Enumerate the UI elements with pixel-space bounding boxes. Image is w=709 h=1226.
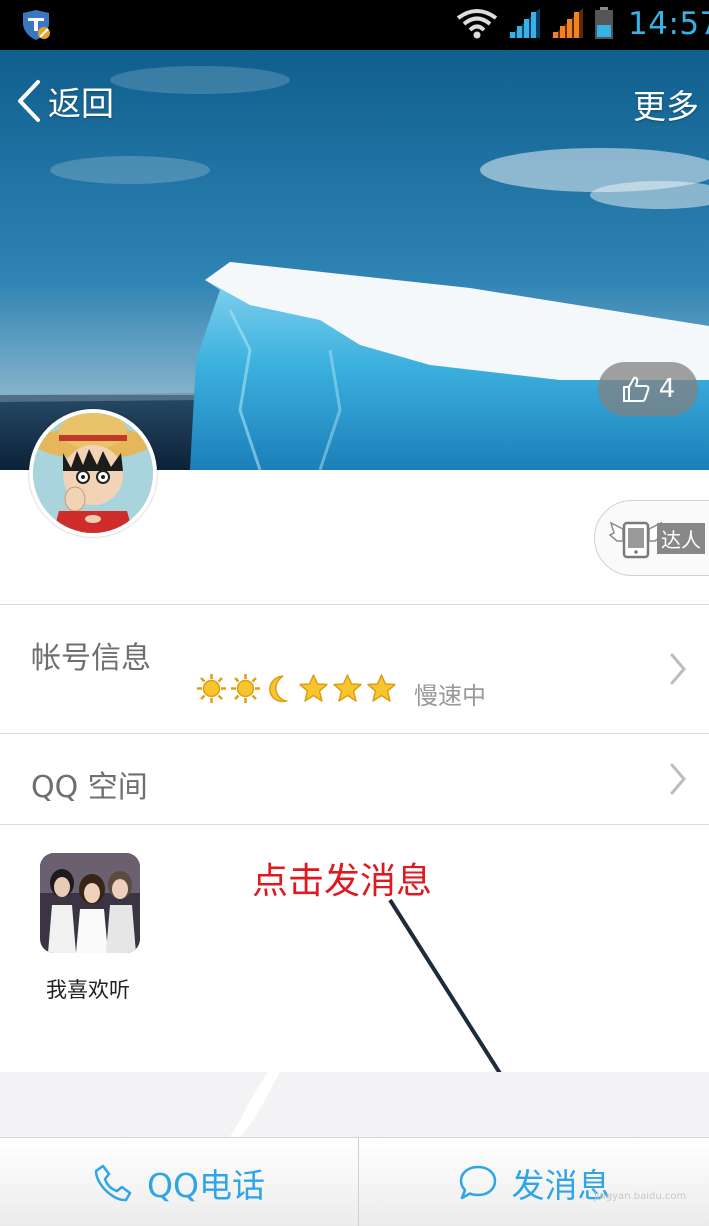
account-info-row[interactable]: 帐号信息 [0,605,709,733]
battery-icon [595,7,613,39]
music-label: 我喜欢听 [46,978,130,1002]
qq-call-button[interactable]: QQ电话 [0,1138,358,1226]
status-time: 14:57 [628,6,709,42]
back-label: 返回 [48,84,114,123]
qzone-row[interactable]: QQ 空间 [0,734,709,824]
chevron-right-icon [670,763,686,795]
music-cover-image [40,853,140,953]
send-message-button[interactable]: 发消息 [359,1138,709,1226]
sun-icon [231,674,260,703]
moon-icon [269,675,289,703]
chevron-right-icon [670,653,686,685]
signal-icon [508,8,540,38]
chevron-left-icon [18,80,40,122]
winged-phone-icon [609,521,663,559]
wifi-icon [456,9,498,39]
qq-level-icons [196,673,397,704]
expert-label: 达人 [657,522,705,554]
phone-icon [94,1164,132,1201]
qzone-label: QQ 空间 [31,770,148,805]
shield-icon [23,10,50,40]
avatar-image [33,413,153,533]
back-button[interactable]: 返回 [14,78,114,124]
chat-bubble-icon [459,1165,496,1199]
qq-call-label: QQ电话 [147,1165,265,1205]
signal-icon [551,8,583,38]
watermark: jingyan.baidu.com [594,1191,687,1202]
more-button[interactable]: 更多 [633,80,699,128]
erased-mark [222,1055,288,1148]
account-info-label: 帐号信息 [31,641,151,676]
cover-photo: 返回 更多 4 [0,50,709,470]
bottom-action-bar: QQ电话 发消息 jingyan.baidu.com [0,1137,709,1226]
star-icon [299,674,328,702]
music-card[interactable] [40,853,140,953]
footer-spacer [0,1072,709,1138]
expert-badge[interactable]: 达人 [594,500,709,576]
divider [0,824,709,825]
like-button[interactable]: 4 [598,362,698,416]
star-icon [367,674,396,702]
thumbs-up-icon [622,376,650,402]
speed-status: 慢速中 [414,682,486,710]
status-bar: 14:57 [0,0,709,50]
like-count: 4 [658,374,676,404]
avatar[interactable] [29,409,157,537]
star-icon [333,674,362,702]
sun-icon [197,674,226,703]
